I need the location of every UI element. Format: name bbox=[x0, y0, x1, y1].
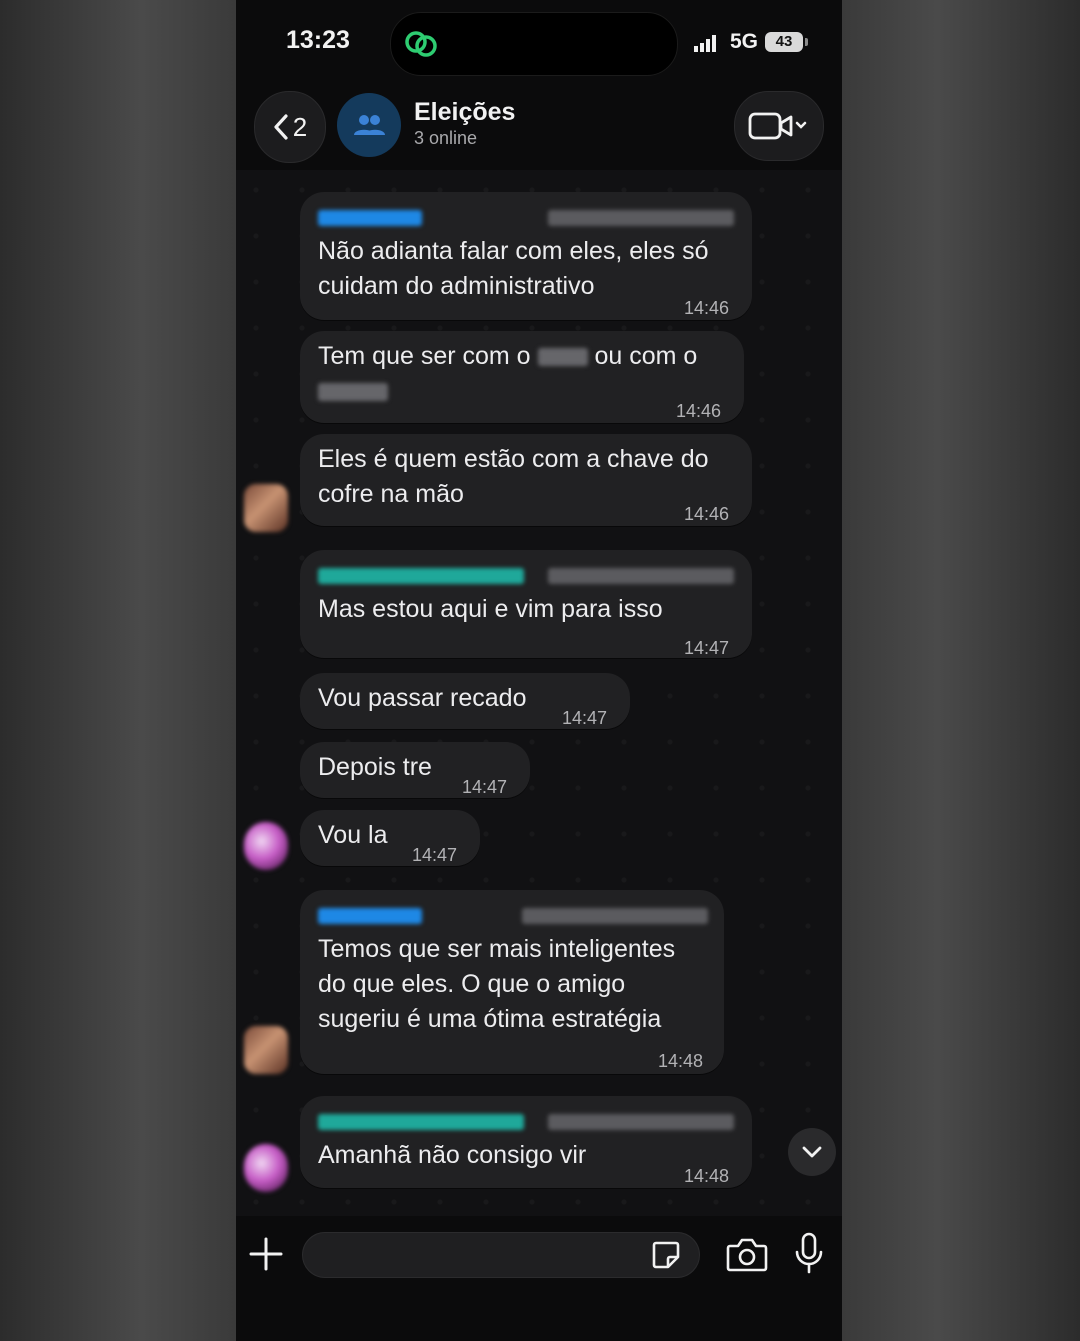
redacted-phone-number bbox=[522, 908, 708, 924]
message-text: Vou la bbox=[318, 821, 388, 849]
message-text: Temos que ser mais inteligentes bbox=[318, 935, 676, 963]
dynamic-island bbox=[390, 12, 678, 76]
sender-avatar[interactable] bbox=[244, 1026, 288, 1074]
message-time: 14:48 bbox=[684, 1166, 730, 1186]
message-text: Eles é quem estão com a chave do bbox=[318, 445, 709, 473]
message-text: cofre na mão bbox=[318, 480, 464, 508]
group-name[interactable]: Eleições bbox=[414, 98, 515, 127]
message-time: 14:47 bbox=[462, 777, 508, 797]
phone-screen: 13:23 5G 43 2 Eleições 3 online Não adia… bbox=[236, 0, 842, 1341]
back-button[interactable]: 2 bbox=[254, 91, 326, 163]
message-bubble[interactable]: Amanhã não consigo vir 14:48 bbox=[300, 1096, 752, 1188]
composer-bar bbox=[236, 1216, 842, 1341]
message-bubble[interactable]: Mas estou aqui e vim para isso 14:47 bbox=[300, 550, 752, 658]
plus-icon[interactable] bbox=[246, 1234, 286, 1274]
sticker-icon[interactable] bbox=[650, 1239, 682, 1271]
signal-icon bbox=[694, 35, 716, 52]
message-input[interactable] bbox=[302, 1232, 700, 1278]
sender-avatar[interactable] bbox=[244, 1144, 288, 1192]
message-bubble[interactable]: Vou passar recado 14:47 bbox=[300, 673, 630, 729]
linked-rings-icon bbox=[405, 31, 437, 57]
message-text: Vou passar recado bbox=[318, 684, 527, 712]
message-time: 14:46 bbox=[684, 504, 730, 524]
redacted-sender-name bbox=[318, 568, 524, 584]
video-camera-icon bbox=[748, 112, 807, 140]
redacted-sender-name bbox=[318, 210, 422, 226]
group-online-status: 3 online bbox=[414, 128, 478, 148]
message-time: 14:48 bbox=[658, 1051, 704, 1071]
redacted-name bbox=[537, 348, 588, 367]
message-time: 14:47 bbox=[562, 708, 608, 728]
scroll-to-bottom-button[interactable] bbox=[788, 1128, 836, 1176]
sender-avatar[interactable] bbox=[244, 484, 288, 532]
video-call-button[interactable] bbox=[734, 91, 824, 161]
redacted-name bbox=[318, 383, 388, 402]
redacted-sender-name bbox=[318, 1114, 524, 1130]
message-bubble[interactable]: Vou la 14:47 bbox=[300, 810, 480, 866]
message-time: 14:47 bbox=[684, 638, 730, 658]
battery-level: 43 bbox=[775, 33, 793, 50]
message-text: Tem que ser com o bbox=[318, 342, 531, 370]
chat-header: 2 Eleições 3 online bbox=[236, 88, 842, 168]
message-bubble[interactable]: Temos que ser mais inteligentes do que e… bbox=[300, 890, 724, 1074]
battery-icon: 43 bbox=[765, 32, 808, 52]
message-text: Mas estou aqui e vim para isso bbox=[318, 595, 663, 623]
camera-icon[interactable] bbox=[726, 1236, 768, 1272]
message-time: 14:46 bbox=[676, 401, 722, 421]
status-bar: 13:23 5G 43 bbox=[236, 0, 842, 86]
message-time: 14:46 bbox=[684, 298, 730, 318]
message-bubble[interactable]: Depois tre 14:47 bbox=[300, 742, 530, 798]
chevron-down-icon bbox=[802, 1146, 822, 1158]
group-avatar[interactable] bbox=[337, 93, 401, 157]
message-text: cuidam do administrativo bbox=[318, 272, 595, 300]
message-text: Amanhã não consigo vir bbox=[318, 1141, 587, 1169]
sender-avatar[interactable] bbox=[244, 822, 288, 870]
blurred-background-left bbox=[0, 0, 236, 1341]
message-time: 14:47 bbox=[412, 845, 458, 865]
group-people-icon bbox=[354, 115, 385, 135]
message-bubble[interactable]: Eles é quem estão com a chave do cofre n… bbox=[300, 434, 752, 526]
message-text: do que eles. O que o amigo bbox=[318, 970, 626, 998]
message-text: Depois tre bbox=[318, 753, 432, 781]
message-text: ou com o bbox=[594, 342, 698, 370]
redacted-phone-number bbox=[548, 210, 734, 226]
redacted-phone-number bbox=[548, 1114, 734, 1130]
status-time: 13:23 bbox=[286, 26, 350, 54]
microphone-icon[interactable] bbox=[794, 1232, 824, 1274]
redacted-sender-name bbox=[318, 908, 422, 924]
unread-count: 2 bbox=[292, 111, 308, 142]
message-bubble[interactable]: Tem que ser com o ou com o 14:46 bbox=[300, 331, 744, 423]
redacted-phone-number bbox=[548, 568, 734, 584]
message-bubble[interactable]: Não adianta falar com eles, eles só cuid… bbox=[300, 192, 752, 320]
network-label: 5G bbox=[730, 30, 759, 53]
message-text: sugeriu é uma ótima estratégia bbox=[318, 1005, 662, 1033]
message-text: Não adianta falar com eles, eles só bbox=[318, 237, 709, 265]
chevron-left-icon bbox=[274, 114, 288, 140]
blurred-background-right bbox=[842, 0, 1080, 1341]
